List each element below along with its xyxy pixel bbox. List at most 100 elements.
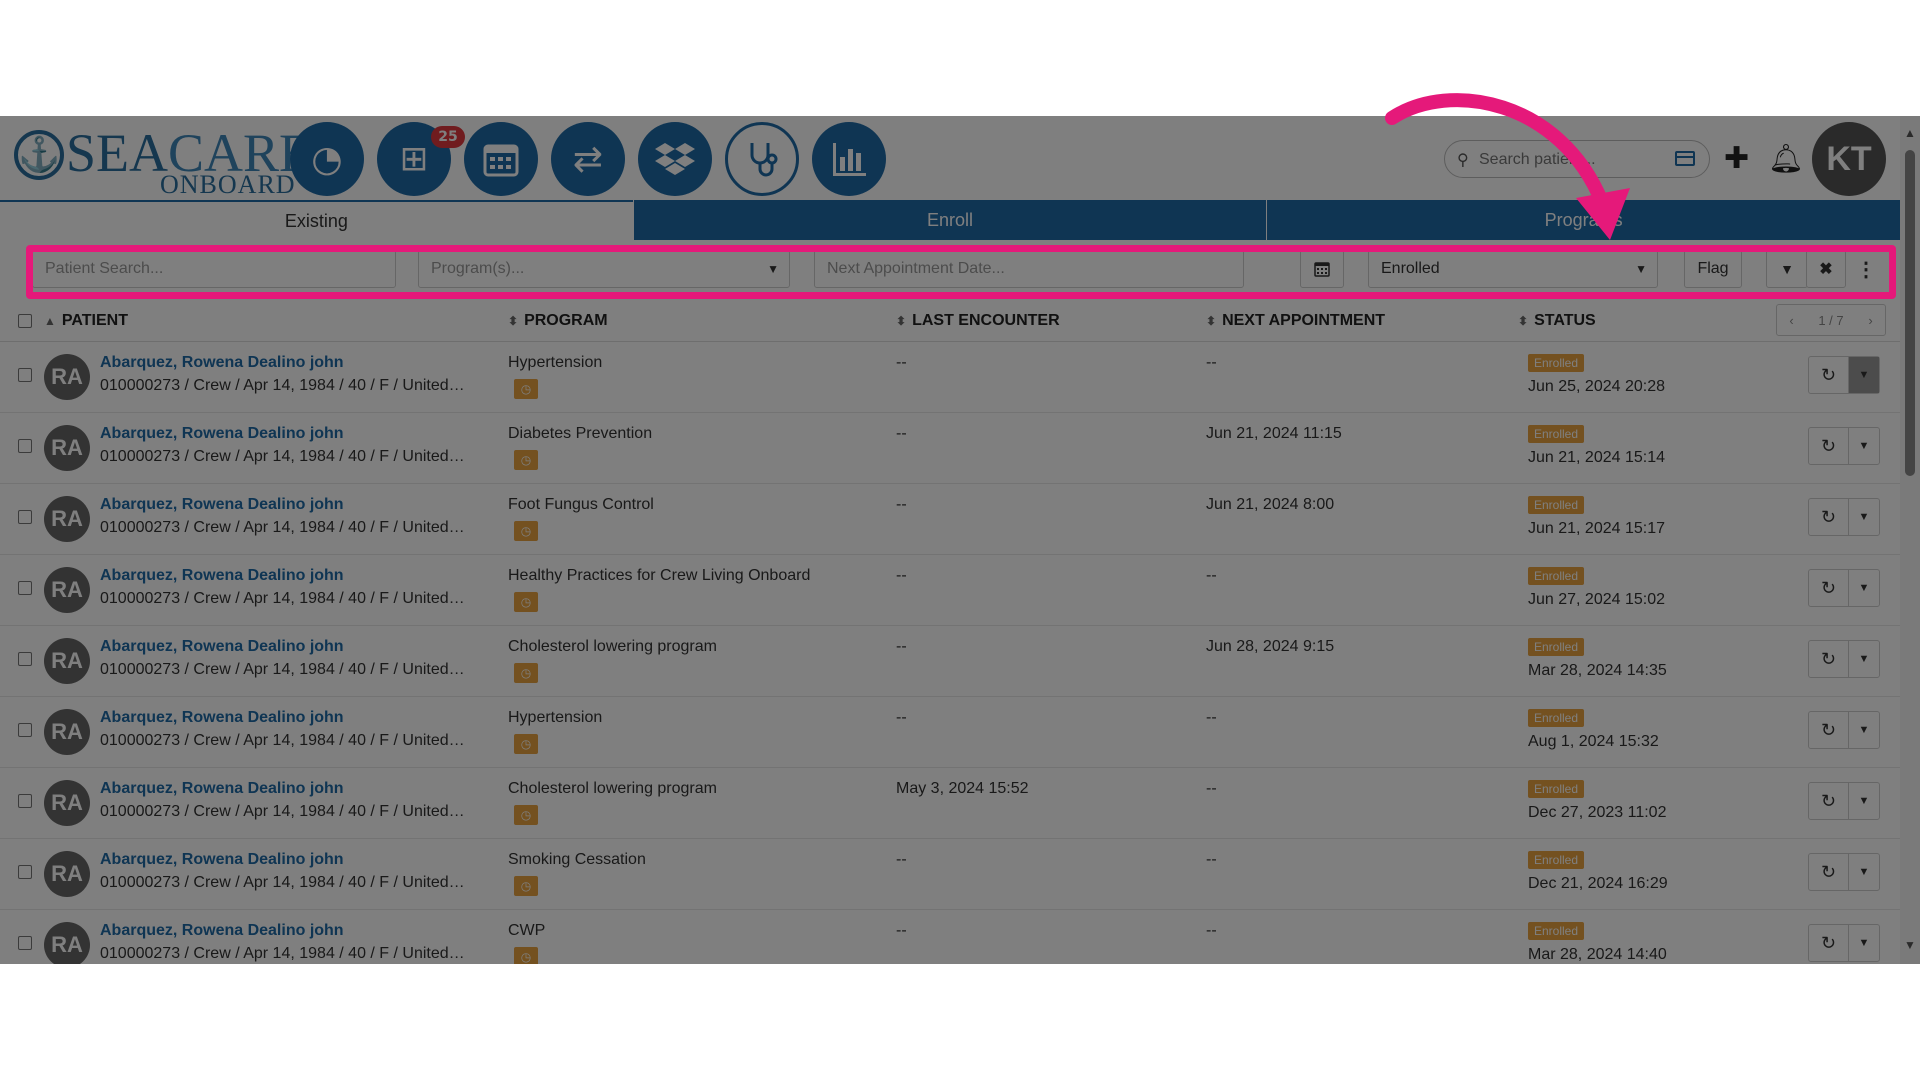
table-row[interactable]: RA Abarquez, Rowena Dealino john 0100002… <box>0 342 1900 413</box>
refresh-button[interactable]: ↻ <box>1809 428 1849 464</box>
row-checkbox[interactable] <box>18 368 32 382</box>
row-checkbox[interactable] <box>18 865 32 879</box>
reports-nav-button[interactable] <box>812 122 886 196</box>
row-checkbox[interactable] <box>18 723 32 737</box>
refresh-button[interactable]: ↻ <box>1809 499 1849 535</box>
vertical-scrollbar[interactable]: ▲ ▼ <box>1900 116 1920 964</box>
table-row[interactable]: RA Abarquez, Rowena Dealino john 0100002… <box>0 910 1900 964</box>
program-clock-icon[interactable]: ◷ <box>514 805 538 825</box>
row-dropdown-button[interactable]: ▼ <box>1849 925 1879 961</box>
refresh-button[interactable]: ↻ <box>1809 854 1849 890</box>
select-all-checkbox[interactable] <box>18 314 32 328</box>
pager-prev-icon[interactable]: ‹ <box>1789 313 1793 328</box>
next-appointment-value: -- <box>1206 780 1217 797</box>
patient-avatar: RA <box>44 354 90 400</box>
patient-avatar: RA <box>44 567 90 613</box>
status-date: Aug 1, 2024 15:32 <box>1528 733 1659 750</box>
program-name: Foot Fungus Control <box>508 496 654 513</box>
row-dropdown-button[interactable]: ▼ <box>1849 428 1879 464</box>
program-clock-icon[interactable]: ◷ <box>514 663 538 683</box>
patient-name-link[interactable]: Abarquez, Rowena Dealino john <box>100 425 344 443</box>
header-patient-search[interactable]: ⚲ <box>1444 140 1710 178</box>
bell-icon[interactable]: 🔔︎ <box>1768 142 1804 176</box>
row-checkbox[interactable] <box>18 794 32 808</box>
status-badge: Enrolled <box>1528 567 1585 585</box>
transfer-nav-button[interactable]: ⇄ <box>551 122 625 196</box>
refresh-button[interactable]: ↻ <box>1809 925 1849 961</box>
patient-meta: 010000273 / Crew / Apr 14, 1984 / 40 / F… <box>100 519 466 536</box>
exchange-arrows-icon: ⇄ <box>572 138 604 180</box>
dashboard-nav-button[interactable]: ◔ <box>290 122 364 196</box>
sort-icon: ⬍ <box>896 314 907 328</box>
patient-name-link[interactable]: Abarquez, Rowena Dealino john <box>100 709 344 727</box>
patient-name-link[interactable]: Abarquez, Rowena Dealino john <box>100 496 344 514</box>
table-row[interactable]: RA Abarquez, Rowena Dealino john 0100002… <box>0 626 1900 697</box>
patient-name-link[interactable]: Abarquez, Rowena Dealino john <box>100 567 344 585</box>
row-checkbox[interactable] <box>18 936 32 950</box>
row-dropdown-button[interactable]: ▼ <box>1849 854 1879 890</box>
scrollbar-thumb[interactable] <box>1905 150 1915 476</box>
refresh-button[interactable]: ↻ <box>1809 570 1849 606</box>
program-clock-icon[interactable]: ◷ <box>514 734 538 754</box>
add-encounter-nav-button[interactable]: ⊞ 25 <box>377 122 465 196</box>
row-dropdown-button[interactable]: ▼ <box>1849 712 1879 748</box>
user-avatar[interactable]: KT <box>1812 122 1886 196</box>
program-clock-icon[interactable]: ◷ <box>514 947 538 964</box>
scroll-down-icon[interactable]: ▼ <box>1904 938 1916 952</box>
row-dropdown-button[interactable]: ▼ <box>1849 641 1879 677</box>
tab-enroll[interactable]: Enroll <box>632 200 1267 240</box>
row-checkbox[interactable] <box>18 439 32 453</box>
refresh-button[interactable]: ↻ <box>1809 357 1849 393</box>
table-row[interactable]: RA Abarquez, Rowena Dealino john 0100002… <box>0 484 1900 555</box>
column-header-patient[interactable]: ▲ PATIENT <box>44 312 128 330</box>
add-plus-icon[interactable]: ✚ <box>1724 142 1749 176</box>
table-row[interactable]: RA Abarquez, Rowena Dealino john 0100002… <box>0 555 1900 626</box>
table-row[interactable]: RA Abarquez, Rowena Dealino john 0100002… <box>0 839 1900 910</box>
patient-name-link[interactable]: Abarquez, Rowena Dealino john <box>100 354 344 372</box>
patient-name-link[interactable]: Abarquez, Rowena Dealino john <box>100 851 344 869</box>
column-header-program-label: PROGRAM <box>524 312 608 329</box>
column-header-program[interactable]: ⬍ PROGRAM <box>508 312 608 330</box>
program-clock-icon[interactable]: ◷ <box>514 876 538 896</box>
row-action-group: ↻ ▼ <box>1808 640 1880 678</box>
stethoscope-icon <box>750 143 778 177</box>
patient-name-link[interactable]: Abarquez, Rowena Dealino john <box>100 922 344 940</box>
row-dropdown-button[interactable]: ▼ <box>1849 357 1879 393</box>
column-header-status[interactable]: ⬍ STATUS <box>1518 312 1596 330</box>
refresh-button[interactable]: ↻ <box>1809 783 1849 819</box>
seacare-logo[interactable]: ⚓ SEACARE ONBOARD <box>14 124 312 198</box>
medical-nav-button[interactable] <box>725 122 799 196</box>
program-clock-icon[interactable]: ◷ <box>514 592 538 612</box>
refresh-icon: ↻ <box>1820 790 1837 811</box>
header-search-input[interactable] <box>1479 147 1669 173</box>
row-checkbox[interactable] <box>18 581 32 595</box>
program-clock-icon[interactable]: ◷ <box>514 521 538 541</box>
logo-text-onboard: ONBOARD <box>160 170 296 199</box>
refresh-button[interactable]: ↻ <box>1809 712 1849 748</box>
column-header-last-encounter[interactable]: ⬍ LAST ENCOUNTER <box>896 312 1060 330</box>
id-card-icon[interactable] <box>1675 151 1695 166</box>
table-row[interactable]: RA Abarquez, Rowena Dealino john 0100002… <box>0 768 1900 839</box>
column-header-status-label: STATUS <box>1534 312 1596 329</box>
table-header: ▲ PATIENT ⬍ PROGRAM ⬍ LAST ENCOUNTER ⬍ NEXT … <box>0 300 1900 342</box>
pager-next-icon[interactable]: › <box>1868 313 1872 328</box>
table-row[interactable]: RA Abarquez, Rowena Dealino john 0100002… <box>0 697 1900 768</box>
row-dropdown-button[interactable]: ▼ <box>1849 499 1879 535</box>
program-clock-icon[interactable]: ◷ <box>514 379 538 399</box>
row-checkbox[interactable] <box>18 510 32 524</box>
column-header-next-appointment[interactable]: ⬍ NEXT APPOINTMENT <box>1206 312 1385 330</box>
refresh-button[interactable]: ↻ <box>1809 641 1849 677</box>
program-clock-icon[interactable]: ◷ <box>514 450 538 470</box>
table-row[interactable]: RA Abarquez, Rowena Dealino john 0100002… <box>0 413 1900 484</box>
dropbox-nav-button[interactable] <box>638 122 712 196</box>
tab-programs[interactable]: Programs <box>1266 200 1901 240</box>
scroll-up-icon[interactable]: ▲ <box>1904 126 1916 140</box>
patient-name-link[interactable]: Abarquez, Rowena Dealino john <box>100 780 344 798</box>
calendar-nav-button[interactable] <box>464 122 538 196</box>
row-checkbox[interactable] <box>18 652 32 666</box>
patient-name-link[interactable]: Abarquez, Rowena Dealino john <box>100 638 344 656</box>
refresh-icon: ↻ <box>1820 577 1837 598</box>
tab-existing[interactable]: Existing <box>0 200 633 240</box>
row-dropdown-button[interactable]: ▼ <box>1849 783 1879 819</box>
row-dropdown-button[interactable]: ▼ <box>1849 570 1879 606</box>
